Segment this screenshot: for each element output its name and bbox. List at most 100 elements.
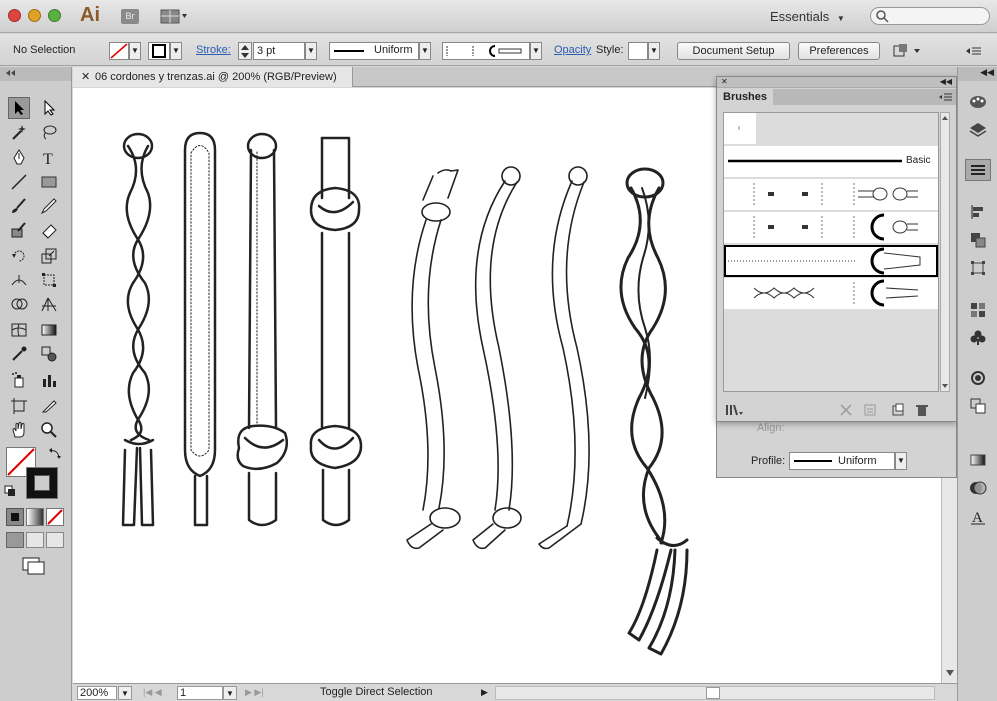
color-mode-button[interactable] [6, 508, 24, 526]
calligraphic-brush-swatch[interactable] [724, 113, 756, 145]
paintbrush-tool[interactable] [8, 195, 30, 217]
brushes-tab[interactable]: Brushes [717, 89, 773, 105]
close-window-button[interactable] [8, 9, 21, 22]
workspace-switcher[interactable]: Essentials ▼ [770, 9, 845, 24]
knot-lace-brush-row[interactable] [724, 179, 938, 211]
zoom-level-field[interactable]: 200% [77, 686, 117, 700]
type-tool[interactable]: T [38, 147, 60, 169]
stroke-swatch[interactable] [148, 42, 170, 60]
brush-dropdown[interactable]: ▼ [530, 42, 542, 60]
symbols-panel-button[interactable] [967, 327, 989, 349]
slice-tool[interactable] [38, 395, 60, 417]
transform-panel-button[interactable] [967, 257, 989, 279]
tools-panel-header[interactable] [0, 67, 71, 81]
close-document-icon[interactable]: ✕ [81, 67, 90, 87]
pen-tool[interactable] [8, 147, 30, 169]
remove-brush-stroke-icon[interactable] [839, 403, 853, 417]
graphic-style-swatch[interactable] [628, 42, 648, 60]
stroke-color-box[interactable] [26, 467, 58, 499]
selection-tool[interactable] [8, 97, 30, 119]
artboard-next-last-buttons[interactable]: ▶ ▶| [245, 686, 264, 700]
brush-libraries-icon[interactable] [725, 403, 745, 417]
appearance-panel-button[interactable] [967, 367, 989, 389]
color-panel-button[interactable] [967, 91, 989, 113]
trash-icon[interactable] [915, 403, 929, 417]
basic-brush-row[interactable]: Basic [724, 146, 938, 178]
draw-inside-button[interactable] [46, 532, 64, 548]
cap-end-brush-row[interactable] [724, 245, 938, 277]
eraser-tool[interactable] [38, 219, 60, 241]
search-field[interactable] [870, 7, 990, 25]
loop-knot-brush-row[interactable] [724, 212, 938, 244]
blob-brush-tool[interactable] [8, 219, 30, 241]
change-screen-mode-button[interactable] [22, 557, 46, 578]
rectangle-tool[interactable] [38, 171, 60, 193]
stroke-weight-input[interactable]: 3 pt [253, 42, 305, 60]
brushes-scrollbar[interactable] [940, 112, 950, 392]
default-fill-stroke-button[interactable] [4, 485, 16, 500]
character-panel-button[interactable]: A [967, 505, 989, 527]
fill-dropdown[interactable]: ▼ [129, 42, 141, 60]
control-bar-menu-button[interactable] [964, 42, 984, 60]
magic-wand-tool[interactable] [8, 121, 30, 143]
width-tool[interactable] [8, 269, 30, 291]
stroke-dropdown[interactable]: ▼ [170, 42, 182, 60]
zoom-dropdown[interactable]: ▼ [118, 686, 132, 700]
swap-fill-stroke-button[interactable] [48, 447, 62, 464]
collapse-panel-icon[interactable]: ◀◀ [940, 77, 952, 86]
artboard-dropdown[interactable]: ▼ [223, 686, 237, 700]
draw-behind-button[interactable] [26, 532, 44, 548]
symbol-sprayer-tool[interactable] [8, 369, 30, 391]
braid-brush-row[interactable] [724, 278, 938, 310]
artboard-tool[interactable] [8, 395, 30, 417]
new-brush-icon[interactable] [891, 403, 905, 417]
stroke-weight-dropdown[interactable]: ▼ [305, 42, 317, 60]
stroke-profile-dropdown[interactable]: ▼ [895, 452, 907, 470]
bridge-button[interactable]: Br [121, 9, 139, 24]
artboard-number-field[interactable]: 1 [177, 686, 223, 700]
pencil-tool[interactable] [38, 195, 60, 217]
gradient-tool[interactable] [38, 319, 60, 341]
stroke-weight-stepper[interactable] [238, 42, 252, 60]
pathfinder-panel-button[interactable] [967, 229, 989, 251]
free-transform-tool[interactable] [38, 269, 60, 291]
graphic-style-dropdown[interactable]: ▼ [648, 42, 660, 60]
horizontal-scroll-thumb[interactable] [706, 687, 720, 699]
document-setup-button[interactable]: Document Setup [677, 42, 790, 60]
variable-width-profile-select[interactable]: Uniform [329, 42, 419, 60]
stroke-profile-select[interactable]: Uniform [789, 452, 895, 470]
profile-dropdown[interactable]: ▼ [419, 42, 431, 60]
preferences-button[interactable]: Preferences [798, 42, 880, 60]
layers-panel-button[interactable] [967, 119, 989, 141]
document-tab[interactable]: ✕ 06 cordones y trenzas.ai @ 200% (RGB/P… [73, 67, 353, 87]
column-graph-tool[interactable] [38, 369, 60, 391]
shape-builder-tool[interactable] [8, 293, 30, 315]
zoom-tool[interactable] [38, 419, 60, 441]
arrange-documents-button[interactable] [160, 9, 188, 24]
gradient-mode-button[interactable] [26, 508, 44, 526]
maximize-window-button[interactable] [48, 9, 61, 22]
gradient-panel-button[interactable] [967, 449, 989, 471]
scale-tool[interactable] [38, 245, 60, 267]
line-segment-tool[interactable] [8, 171, 30, 193]
artboard-first-prev-buttons[interactable]: |◀ ◀ [143, 686, 162, 700]
swatches-panel-button[interactable] [967, 299, 989, 321]
opacity-panel-link[interactable]: Opacity [554, 44, 591, 62]
brush-options-icon[interactable] [863, 403, 877, 417]
fill-swatch[interactable] [109, 42, 129, 60]
blend-tool[interactable] [38, 343, 60, 365]
stroke-panel-link[interactable]: Stroke: [196, 44, 231, 62]
draw-normal-button[interactable] [6, 532, 24, 548]
graphic-styles-panel-button[interactable] [967, 395, 989, 417]
brush-definition-select[interactable] [442, 42, 530, 60]
status-menu-arrow[interactable]: ▶ [481, 686, 488, 700]
rotate-tool[interactable] [8, 245, 30, 267]
hand-tool[interactable] [8, 419, 30, 441]
brushes-panel-header[interactable]: ✕ ◀◀ [717, 77, 956, 88]
dock-header[interactable]: ◀◀ [958, 67, 997, 81]
mesh-tool[interactable] [8, 319, 30, 341]
lasso-tool[interactable] [38, 121, 60, 143]
horizontal-scrollbar[interactable] [495, 686, 935, 700]
stroke-panel-button[interactable] [965, 159, 991, 181]
isolate-object-button[interactable] [892, 42, 924, 60]
